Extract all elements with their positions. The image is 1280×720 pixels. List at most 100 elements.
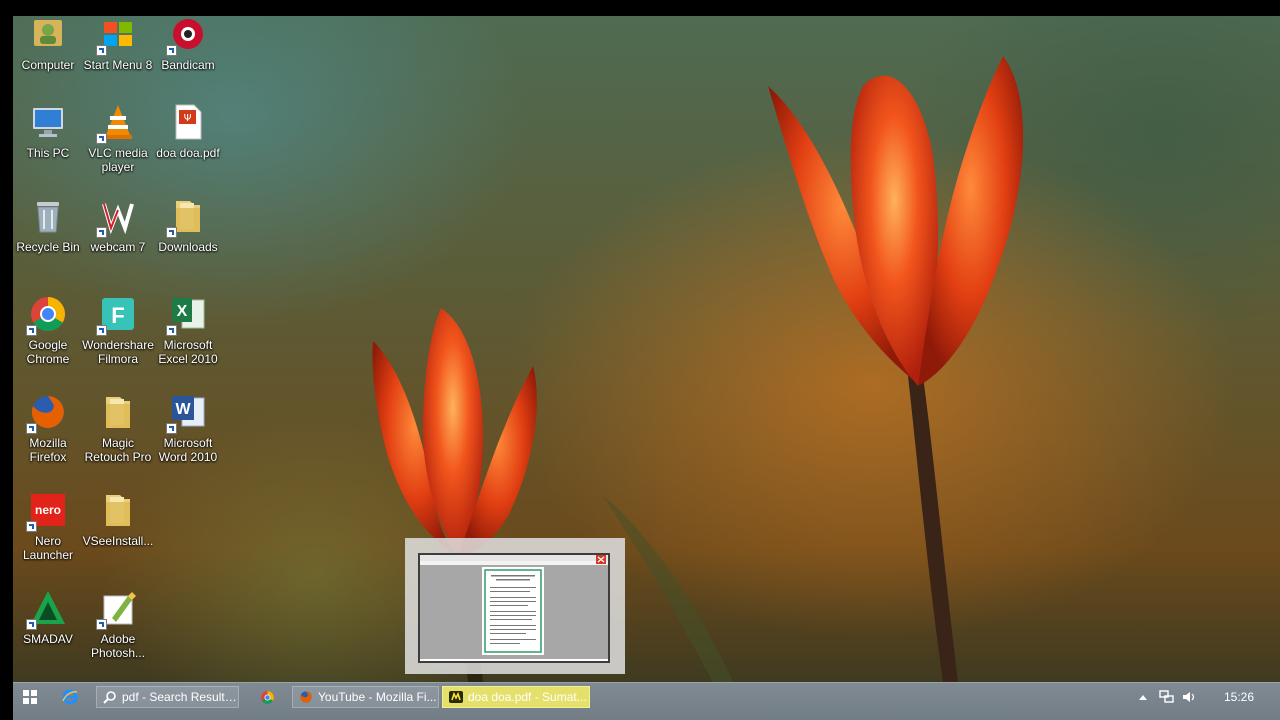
chrome-icon: [260, 690, 274, 704]
icon-label: Recycle Bin: [16, 240, 80, 254]
desktop-icon-bandicam[interactable]: Bandicam: [151, 16, 225, 72]
desktop-icon-word[interactable]: W Microsoft Word 2010: [151, 390, 225, 464]
vlc-cone-icon: [96, 100, 140, 144]
filmora-icon: F: [96, 292, 140, 336]
icon-label: Downloads: [158, 240, 218, 254]
tray-network[interactable]: [1158, 686, 1174, 708]
shortcut-arrow-icon: [166, 325, 177, 336]
firefox-icon: [26, 390, 70, 434]
shortcut-arrow-icon: [96, 227, 107, 238]
desktop-wallpaper[interactable]: Computer Start Menu 8 Bandicam This PC V…: [13, 16, 1280, 682]
left-black-border: [0, 0, 13, 720]
tray-expand-icon: [1139, 695, 1147, 700]
taskbar-clock[interactable]: 15:26: [1224, 690, 1254, 704]
taskbar-task-search-results[interactable]: pdf - Search Results i...: [96, 686, 239, 708]
pdf-window-thumbnail: [418, 553, 610, 663]
start-button[interactable]: [19, 686, 41, 708]
icon-label: Start Menu 8: [83, 58, 153, 72]
shortcut-arrow-icon: [26, 521, 37, 532]
icon-label: Nero Launcher: [22, 534, 74, 562]
webcam-w-icon: [96, 194, 140, 238]
chrome-icon: [26, 292, 70, 336]
desktop-icon-downloads[interactable]: Downloads: [151, 194, 225, 254]
nero-icon: nero: [26, 488, 70, 532]
desktop-icon-firefox[interactable]: Mozilla Firefox: [13, 390, 85, 464]
svg-text:Ψ: Ψ: [184, 113, 192, 124]
desktop-icon-magic-retouch[interactable]: Magic Retouch Pro: [81, 390, 155, 464]
shortcut-arrow-icon: [96, 325, 107, 336]
desktop-icon-vlc[interactable]: VLC media player: [81, 100, 155, 174]
desktop-icon-google-chrome[interactable]: Google Chrome: [13, 292, 85, 366]
word-icon: W: [166, 390, 210, 434]
pdf-file-icon: Ψ: [166, 100, 210, 144]
taskbar: pdf - Search Results i... YouTube - Mozi…: [13, 682, 1280, 720]
pinned-internet-explorer[interactable]: [59, 686, 81, 708]
taskbar-window-preview[interactable]: [405, 538, 625, 674]
svg-text:W: W: [175, 401, 191, 418]
bandicam-icon: [166, 16, 210, 56]
photoshop-icon: [96, 586, 140, 630]
desktop-icon-doa-pdf[interactable]: Ψ doa doa.pdf: [151, 100, 225, 160]
icon-label: webcam 7: [90, 240, 146, 254]
icon-label: SMADAV: [23, 632, 73, 646]
task-label: YouTube - Mozilla Fi...: [318, 690, 437, 704]
shortcut-arrow-icon: [96, 133, 107, 144]
user-folder-icon: [26, 16, 70, 56]
firefox-icon: [300, 691, 312, 703]
icon-label: Bandicam: [161, 58, 215, 72]
icon-label: Microsoft Word 2010: [158, 436, 218, 464]
shortcut-arrow-icon: [96, 45, 107, 56]
network-icon: [1158, 690, 1174, 703]
sumatra-pdf-icon: [449, 691, 463, 703]
icon-label: Mozilla Firefox: [29, 436, 67, 464]
folder-icon: [96, 390, 140, 434]
shortcut-arrow-icon: [26, 619, 37, 630]
icon-label: VSeeInstall...: [82, 534, 154, 548]
icon-label: Adobe Photosh...: [90, 632, 146, 660]
desktop-icon-vsee[interactable]: VSeeInstall...: [81, 488, 155, 548]
desktop-icon-smadav[interactable]: SMADAV: [13, 586, 85, 646]
recycle-bin-icon: [26, 194, 70, 238]
folder-icon: [166, 194, 210, 238]
desktop-icon-webcam-7[interactable]: webcam 7: [81, 194, 155, 254]
top-black-border: [0, 0, 1280, 16]
search-explorer-icon: [103, 691, 116, 704]
taskbar-task-youtube-firefox[interactable]: YouTube - Mozilla Fi...: [292, 686, 439, 708]
pinned-chrome[interactable]: [256, 686, 278, 708]
shortcut-arrow-icon: [26, 423, 37, 434]
monitor-icon: [26, 100, 70, 144]
desktop-icon-start-menu-8[interactable]: Start Menu 8: [81, 16, 155, 72]
shortcut-arrow-icon: [26, 325, 37, 336]
shortcut-arrow-icon: [96, 619, 107, 630]
icon-label: Computer: [21, 58, 75, 72]
desktop-icon-recycle-bin[interactable]: Recycle Bin: [13, 194, 85, 254]
shortcut-arrow-icon: [166, 423, 177, 434]
icon-label: VLC media player: [88, 146, 148, 174]
shortcut-arrow-icon: [166, 227, 177, 238]
icon-label: doa doa.pdf: [156, 146, 220, 160]
tray-expand-button[interactable]: [1137, 686, 1149, 708]
internet-explorer-icon: [62, 689, 78, 705]
icon-label: Wondershare Filmora: [82, 338, 154, 366]
task-label: doa doa.pdf - Sumat...: [468, 690, 587, 704]
folder-icon: [96, 488, 140, 532]
icon-label: Magic Retouch Pro: [84, 436, 152, 464]
tray-volume[interactable]: [1181, 686, 1197, 708]
taskbar-task-sumatra-pdf[interactable]: doa doa.pdf - Sumat...: [442, 686, 590, 708]
icon-label: Google Chrome: [26, 338, 70, 366]
volume-icon: [1183, 692, 1195, 702]
desktop-icon-nero[interactable]: nero Nero Launcher: [13, 488, 85, 562]
excel-icon: X: [166, 292, 210, 336]
start-icon: [23, 690, 37, 704]
desktop-icon-excel[interactable]: X Microsoft Excel 2010: [151, 292, 225, 366]
icon-label: This PC: [26, 146, 70, 160]
smadav-icon: [26, 586, 70, 630]
desktop-icon-this-pc[interactable]: This PC: [13, 100, 85, 160]
desktop-icon-filmora[interactable]: F Wondershare Filmora: [81, 292, 155, 366]
desktop-icon-photoshop[interactable]: Adobe Photosh...: [81, 586, 155, 660]
start-menu-icon: [96, 16, 140, 56]
shortcut-arrow-icon: [166, 45, 177, 56]
desktop-icon-computer[interactable]: Computer: [13, 16, 85, 72]
icon-label: Microsoft Excel 2010: [158, 338, 218, 366]
svg-text:F: F: [111, 303, 124, 328]
